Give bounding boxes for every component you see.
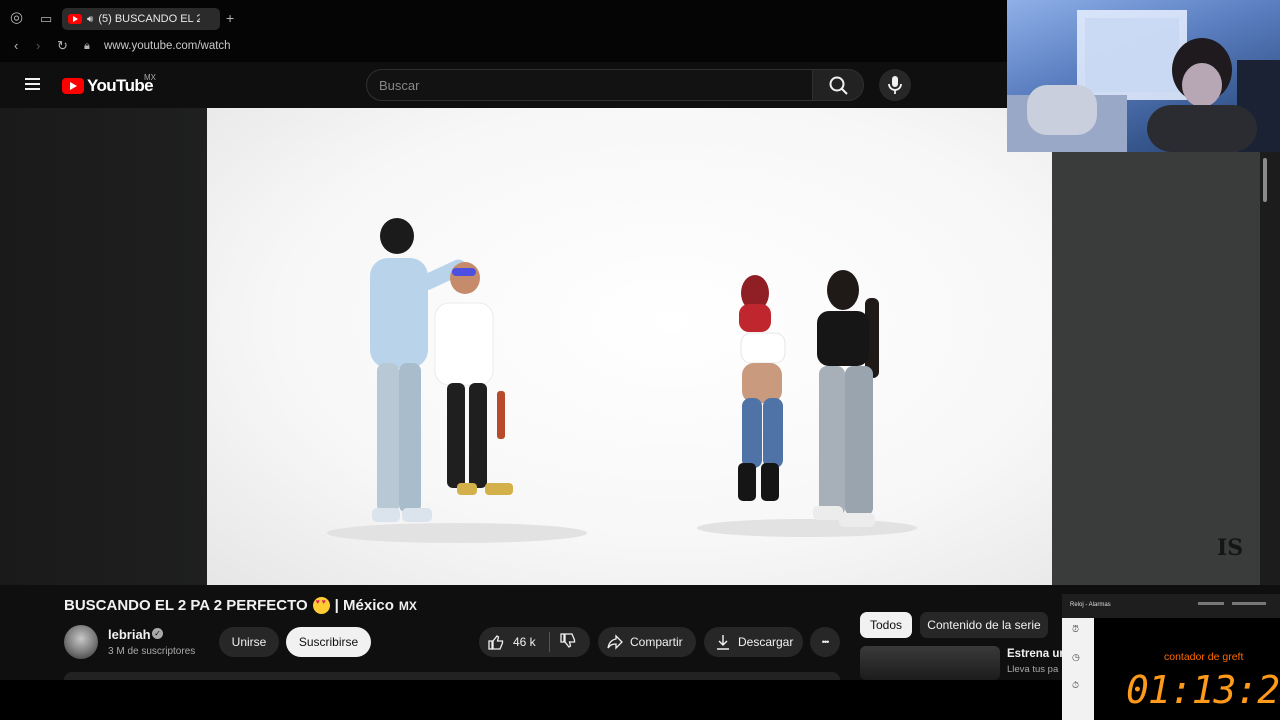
voice-search-button[interactable] [879,69,911,101]
like-dislike-group: 46 k [479,627,590,657]
video-title: BUSCANDO EL 2 PA 2 PERFECTO | México MX [64,597,417,614]
person-black-top [813,270,879,527]
lock-icon: 🔒︎ [84,40,90,52]
download-icon [717,635,729,650]
share-button[interactable]: Compartir [598,627,696,657]
back-icon[interactable]: ‹ [14,39,18,53]
dislike-button[interactable] [550,632,577,653]
download-button[interactable]: Descargar [704,627,803,657]
more-icon[interactable]: ••• [810,627,840,657]
timer-icon[interactable]: ◷ [1072,652,1080,663]
video-title-suffix: | México [334,597,394,614]
url-field[interactable]: www.youtube.com/watch [104,40,231,52]
timer-label: contador de greft [1164,651,1244,663]
timer-display: 01:13:28 [1126,668,1280,712]
clock-header-control-2[interactable] [1232,602,1266,605]
share-label: Compartir [630,635,683,649]
heart-eyes-emoji-icon [312,597,330,614]
tab-title: (5) BUSCANDO EL 2 P [98,13,201,25]
clock-header-control[interactable] [1198,602,1224,605]
tab-youtube[interactable]: 🔊︎ (5) BUSCANDO EL 2 P [62,8,220,30]
youtube-favicon-icon [68,14,82,24]
browser-logo-icon[interactable]: ◎ [10,10,23,25]
video-player[interactable] [207,108,1052,585]
chip-all[interactable]: Todos [860,612,912,638]
reload-icon[interactable]: ↻ [57,39,68,53]
person-white-tee [434,262,513,495]
channel-avatar[interactable] [64,625,98,659]
download-label: Descargar [738,635,794,649]
webcam-feed [1007,10,1280,152]
webcam-overlay [1007,0,1280,152]
speaker-icon[interactable]: 🔊︎ [87,14,93,25]
youtube-play-icon [62,78,84,94]
video-frame [327,218,917,543]
person-red-hair [738,275,786,501]
clock-window-title: Reloj - Alarmas [1070,602,1111,608]
tab-switch-icon[interactable]: ▭ [40,12,52,26]
recommendation-thumbnail[interactable] [860,646,1000,680]
join-button[interactable]: Unirse [219,627,279,657]
player-side-panel [1052,152,1260,585]
verified-badge-icon: ✓ [152,628,163,639]
subscribe-button[interactable]: Suscribirse [286,627,371,657]
clock-sidebar: ⏰︎ ◷ ⏱︎ [1062,618,1094,720]
chip-series-content[interactable]: Contenido de la serie [920,612,1048,638]
stopwatch-icon[interactable]: ⏱︎ [1072,680,1079,691]
subscriber-count: 3 M de suscriptores [108,646,196,657]
forward-icon[interactable]: › [36,39,40,53]
video-watermark: IS [1217,535,1244,561]
mic-icon [888,76,902,94]
like-icon [488,635,504,650]
alarm-icon[interactable]: ⏰︎ [1072,624,1079,635]
recommendation-subtitle: Lleva tus pa [1007,664,1059,675]
search-input[interactable]: Buscar [366,69,813,101]
country-code: MX [144,73,156,82]
like-count: 46 k [513,635,536,649]
share-icon [607,634,623,650]
youtube-logo[interactable]: YouTube [62,76,154,96]
new-tab-button[interactable]: + [226,11,234,25]
recommendation-title[interactable]: Estrena un [1007,648,1063,660]
video-title-text: BUSCANDO EL 2 PA 2 PERFECTO [64,597,308,614]
dislike-icon [560,632,576,648]
channel-name[interactable]: lebriah [108,627,151,642]
video-title-flag: MX [398,598,417,613]
search-button[interactable] [812,69,864,101]
menu-icon[interactable] [25,78,40,90]
search-icon [829,76,848,95]
scrollbar-thumb[interactable] [1263,158,1267,202]
like-button[interactable]: 46 k [479,633,549,651]
clock-window-header: Reloj - Alarmas [1062,594,1280,618]
description-box[interactable] [64,672,840,680]
